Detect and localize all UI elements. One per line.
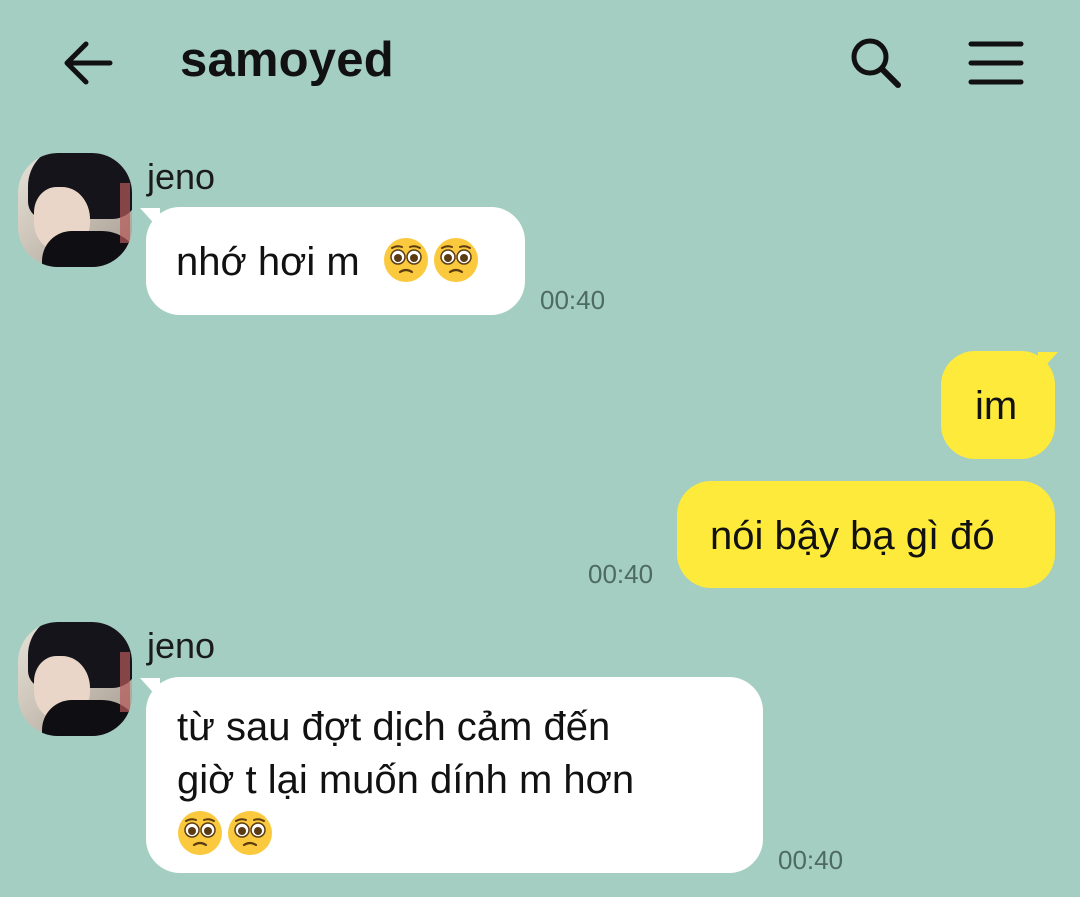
back-button[interactable] <box>52 30 124 96</box>
pleading-face-emoji <box>178 811 222 855</box>
avatar[interactable] <box>18 153 132 267</box>
pleading-face-emoji <box>383 238 428 282</box>
message-bubble[interactable]: nhớ hơi m <box>146 207 525 315</box>
avatar[interactable] <box>18 622 132 736</box>
search-button[interactable] <box>838 28 914 98</box>
message-text-line: từ sau đợt dịch cảm đến <box>177 705 611 749</box>
menu-button[interactable] <box>958 28 1034 98</box>
emoji-row <box>177 809 763 862</box>
sender-name: jeno <box>147 156 216 197</box>
message-text-line: giờ t lại muốn dính m hơn <box>177 758 635 802</box>
message-timestamp: 00:40 <box>778 845 844 875</box>
search-icon <box>851 38 901 88</box>
message-text: im <box>975 384 1018 428</box>
sender-name: jeno <box>147 625 216 666</box>
message-text: nói bậy bạ gì đó <box>710 514 995 558</box>
pleading-face-emoji <box>228 811 272 855</box>
message-bubble[interactable]: nói bậy bạ gì đó <box>677 481 1055 588</box>
arrow-left-icon <box>64 41 113 85</box>
message-bubble[interactable]: từ sau đợt dịch cảm đến giờ t lại muốn d… <box>146 677 763 873</box>
message-text: nhớ hơi m <box>176 240 360 284</box>
message-timestamp: 00:40 <box>588 559 654 589</box>
message-timestamp: 00:40 <box>540 285 606 315</box>
chat-header: samoyed <box>0 0 1080 128</box>
pleading-face-emoji <box>433 238 478 282</box>
hamburger-menu-icon <box>968 41 1024 85</box>
message-bubble[interactable]: im <box>941 351 1055 459</box>
chat-title: samoyed <box>180 33 394 87</box>
